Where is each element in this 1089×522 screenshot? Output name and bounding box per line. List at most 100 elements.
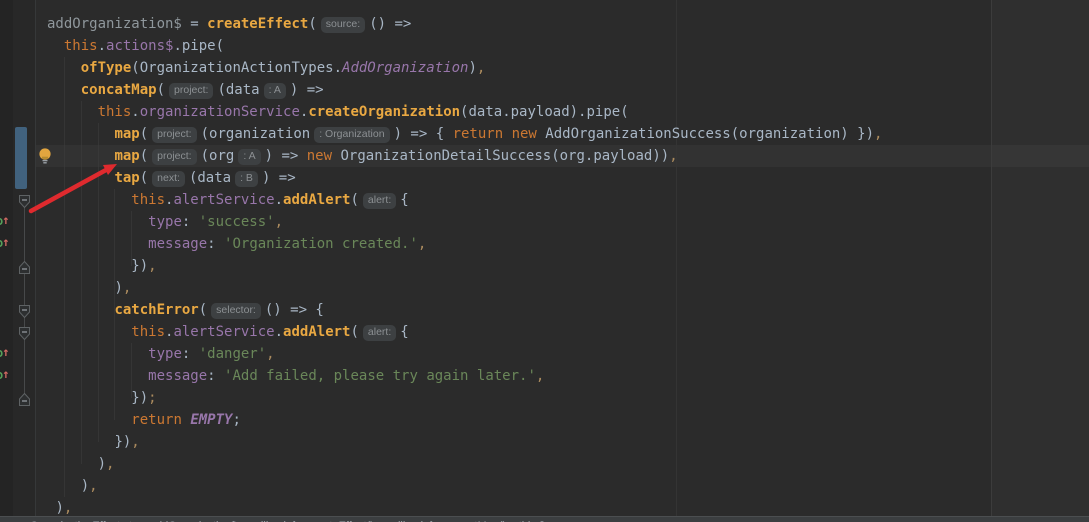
code-token: ; (148, 390, 157, 406)
code-line[interactable]: map(project: (org: A) => new Organization… (36, 145, 1089, 167)
code-token: message (148, 368, 208, 384)
fold-collapse-icon[interactable] (19, 193, 31, 209)
code-token: createEffect (207, 16, 309, 32)
code-token: }) (131, 258, 149, 274)
code-line[interactable]: type: 'success', (36, 211, 1089, 233)
inlay-hint: : A (238, 149, 261, 165)
code-token: , (669, 148, 678, 164)
code-token: ; (232, 412, 241, 428)
code-line[interactable]: concatMap(project: (data: A) => (36, 79, 1089, 101)
code-token: addAlert (283, 324, 351, 340)
code-token: this (63, 38, 98, 54)
inlay-hint: project: (152, 127, 197, 143)
code-token: type (148, 346, 182, 362)
fold-region-line (24, 208, 25, 394)
inspection-gutter-icon[interactable]: o↑ (0, 345, 14, 364)
code-token: ) (55, 500, 64, 516)
code-token: , (476, 60, 486, 76)
inlay-hint: : A (263, 83, 286, 99)
code-token: ) => (289, 82, 324, 98)
vcs-change-bar[interactable] (15, 127, 27, 189)
code-token: , (63, 500, 73, 516)
code-token: }) (114, 434, 132, 450)
inspection-gutter-icon[interactable]: o↑ (0, 367, 14, 386)
code-line[interactable]: this.organizationService.createOrganizat… (36, 101, 1089, 123)
code-line[interactable]: return EMPTY; (36, 409, 1089, 431)
code-token: ) => (264, 148, 307, 164)
code-token: . (274, 192, 284, 208)
code-line[interactable]: ), (36, 453, 1089, 475)
code-token: this (131, 192, 166, 208)
code-token: ( (156, 82, 166, 98)
code-token: actions$ (106, 38, 174, 54)
code-line[interactable]: }), (36, 431, 1089, 453)
code-line[interactable]: ofType(OrganizationActionTypes.AddOrgani… (36, 57, 1089, 79)
inspection-gutter-icon[interactable]: o↑ (0, 235, 14, 254)
code-line[interactable]: message: 'Add failed, please try again l… (36, 365, 1089, 387)
code-token: : (207, 236, 225, 252)
code-token: 'Add failed, please try again later.' (224, 368, 536, 384)
editor-pane[interactable]: addOrganization$ = createEffect(source:(… (0, 0, 1089, 522)
code-line[interactable]: type: 'danger', (36, 343, 1089, 365)
code-token: ( (308, 16, 317, 32)
code-token: . (131, 104, 140, 120)
code-token: : (181, 214, 199, 230)
breadcrumb-bar[interactable]: OrganizationEffects.ts > addOrganization… (0, 516, 1089, 522)
code-token: , (122, 280, 132, 296)
code-line[interactable]: tap(next: (data: B) => (36, 167, 1089, 189)
code-token: , (89, 478, 98, 494)
code-token: ( (350, 192, 359, 208)
code-line[interactable]: ), (36, 277, 1089, 299)
inlay-hint: project: (152, 149, 197, 165)
code-line[interactable]: catchError(selector:() => { (36, 299, 1089, 321)
code-line[interactable]: message: 'Organization created.', (36, 233, 1089, 255)
fold-collapse-icon[interactable] (19, 325, 31, 341)
inspection-gutter-icon[interactable]: o↑ (0, 213, 14, 232)
code-token: (data (188, 170, 232, 186)
code-token: type (148, 214, 182, 230)
code-token: EMPTY (190, 412, 233, 428)
code-token: = (181, 16, 208, 32)
code-token: (data (217, 82, 260, 98)
code-token: , (417, 236, 427, 252)
code-token: : (181, 346, 199, 362)
fold-collapse-end-icon[interactable] (19, 391, 31, 406)
gutter-separator (35, 0, 36, 516)
code-token: AddOrganizationSuccess(organization) }) (536, 126, 875, 142)
code-token: 'Organization created.' (224, 236, 418, 252)
code-token: ( (139, 126, 149, 142)
code-token: ( (350, 324, 359, 340)
code-token: .pipe( (173, 38, 225, 54)
lightbulb-intention-icon[interactable] (37, 147, 53, 169)
code-token: , (106, 456, 115, 472)
inlay-hint: alert: (362, 325, 397, 341)
code-token: 'danger' (198, 346, 267, 362)
code-token: , (148, 258, 157, 274)
code-line[interactable]: }); (36, 387, 1089, 409)
code-token: map (114, 126, 140, 142)
code-token: AddOrganization (342, 60, 469, 76)
code-token: , (274, 214, 284, 230)
code-token: ofType (80, 60, 132, 76)
code-line[interactable]: map(project: (organization: Organization)… (36, 123, 1089, 145)
code-token: ) => { (393, 126, 453, 142)
fold-collapse-end-icon[interactable] (19, 259, 31, 274)
code-token: concatMap (80, 82, 157, 98)
code-token: catchError (114, 302, 199, 318)
code-line[interactable]: this.alertService.addAlert(alert:{ (36, 189, 1089, 211)
inlay-hint: source: (320, 17, 366, 33)
code-token: ) (97, 456, 107, 472)
code-line[interactable]: ), (36, 475, 1089, 497)
code-line[interactable]: addOrganization$ = createEffect(source:(… (36, 13, 1089, 35)
ide-editor-window: addOrganization$ = createEffect(source:(… (0, 0, 1089, 522)
inlay-hint: : B (235, 171, 258, 187)
fold-collapse-icon[interactable] (19, 303, 31, 319)
code-line[interactable]: }), (36, 255, 1089, 277)
breadcrumb-text: OrganizationEffects.ts > addOrganization… (0, 517, 1089, 522)
code-token: (org (200, 148, 235, 164)
inlay-hint: alert: (362, 193, 397, 209)
code-line[interactable]: this.alertService.addAlert(alert:{ (36, 321, 1089, 343)
inlay-hint: : Organization (314, 127, 390, 143)
code-line[interactable]: this.actions$.pipe( (36, 35, 1089, 57)
code-token: , (535, 368, 545, 384)
